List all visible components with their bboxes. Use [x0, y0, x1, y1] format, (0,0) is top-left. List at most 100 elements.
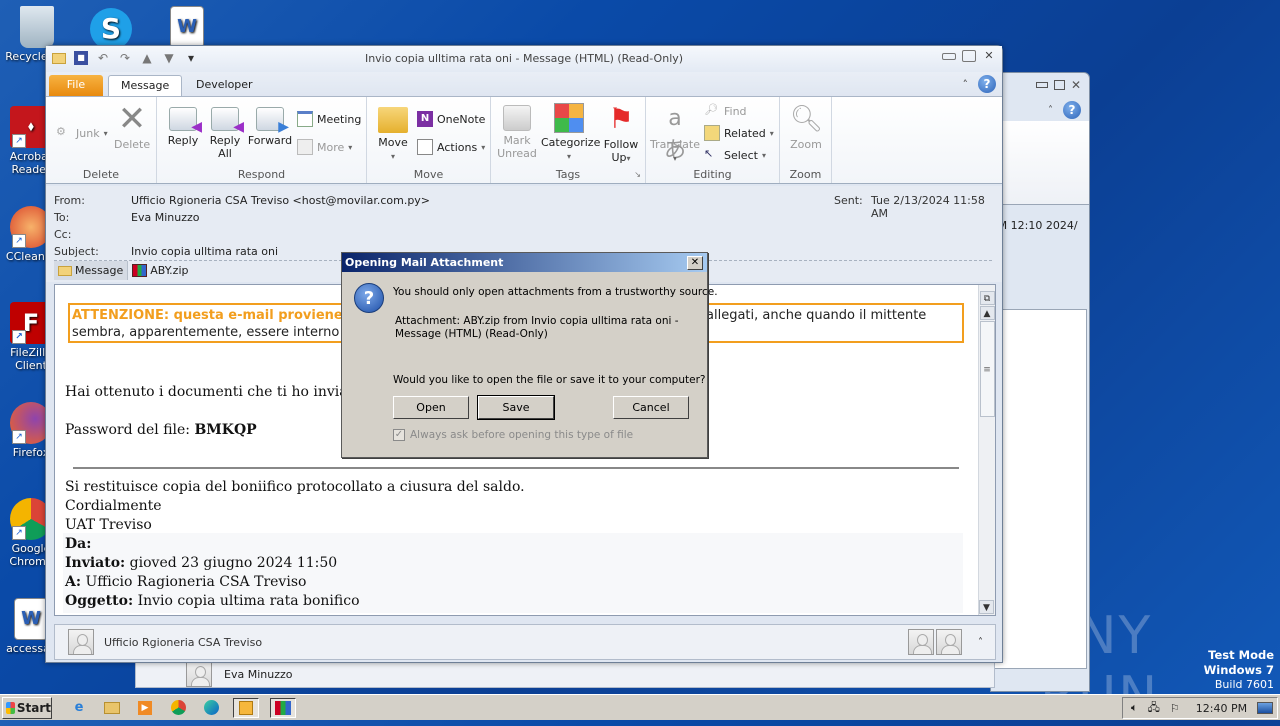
translate-button[interactable]: aあ Translate ▾	[650, 103, 700, 165]
taskbar: Start e ▶ 🔈︎ 🖧︎ ⚐ 12:40 PM	[0, 694, 1280, 720]
meeting-button[interactable]: Meeting	[297, 111, 361, 127]
quoted-da: Da:	[65, 535, 91, 554]
avatar	[186, 661, 212, 687]
maximize-icon[interactable]	[1053, 80, 1065, 90]
forward-button[interactable]: ▶ Forward	[247, 103, 293, 147]
tab-developer[interactable]: Developer	[184, 75, 265, 96]
tab-message[interactable]: Message	[108, 75, 183, 96]
background-message-window[interactable]: ✕ ˄ ? /2024 12:10 PM	[990, 72, 1090, 692]
save-button[interactable]: Save	[477, 395, 555, 420]
volume-icon[interactable]: 🔈︎	[1131, 701, 1138, 715]
recycle-bin-icon	[20, 6, 54, 48]
ribbon-group-editing: aあ Translate ▾ 🔎︎ Find Related ▾ ↖ Select ▾…	[646, 97, 780, 183]
attachment-aby-zip[interactable]: ABY.zip	[128, 261, 192, 280]
ribbon-group-move: Move ▾ N OneNote Actions ▾ Move	[367, 97, 491, 183]
people-pane-name[interactable]: Ufficio Rgioneria CSA Treviso	[104, 636, 262, 649]
actions-icon	[417, 139, 433, 155]
categorize-button[interactable]: Categorize ▾	[541, 103, 600, 163]
vertical-scrollbar[interactable]: ⧉ ▲ ≡ ▼	[978, 285, 995, 615]
reply-button[interactable]: ◀ Reply	[165, 103, 202, 147]
close-icon[interactable]: ✕	[1071, 78, 1081, 92]
reply-all-button[interactable]: ◀ Reply All	[207, 103, 244, 160]
meeting-calendar-icon	[297, 111, 313, 127]
delete-button[interactable]: ✕ Delete	[114, 102, 150, 151]
background-people-pane: Eva Minuzzo	[135, 660, 995, 688]
reply-icon: ◀	[169, 107, 202, 134]
minimize-button[interactable]	[942, 53, 956, 60]
desktop-icon-word-doc[interactable]: W	[152, 6, 222, 50]
expand-people-pane-icon[interactable]: ˄	[978, 637, 983, 648]
ribbon-group-respond: ◀ Reply ◀ Reply All ▶ Forward Meeting Mo…	[157, 97, 367, 183]
zoom-label: Zoom	[790, 138, 822, 151]
scroll-thumb[interactable]: ≡	[979, 321, 995, 417]
to-value[interactable]: Eva Minuzzo	[131, 211, 199, 224]
window-controls: ✕	[942, 50, 996, 62]
start-label: Start	[16, 700, 51, 715]
dialog-close-button[interactable]: ✕	[687, 256, 703, 270]
action-center-flag-icon[interactable]: ⚐	[1170, 702, 1180, 715]
taskbar-media-player-icon[interactable]: ▶	[134, 698, 156, 718]
scroll-up-button[interactable]: ▲	[979, 306, 995, 320]
clock[interactable]: 12:40 PM	[1196, 702, 1247, 715]
help-icon[interactable]: ?	[978, 75, 996, 93]
sent-label: Sent:	[834, 194, 863, 207]
always-ask-checkbox[interactable]: ✓ Always ask before opening this type of…	[393, 429, 633, 441]
open-button[interactable]: Open	[393, 396, 469, 419]
mark-unread-icon	[503, 105, 531, 131]
more-respond-button[interactable]: More ▾	[297, 139, 352, 155]
word-doc-icon: W	[170, 6, 204, 48]
scroll-down-button[interactable]: ▼	[979, 600, 994, 614]
tags-dialog-launcher-icon[interactable]: ↘	[634, 170, 641, 179]
taskbar-outlook-icon[interactable]	[233, 697, 259, 718]
mark-unread-label: Mark	[503, 134, 531, 147]
taskbar-explorer-icon[interactable]	[101, 698, 123, 718]
actions-button[interactable]: Actions ▾	[417, 139, 485, 155]
group-label-delete: Delete	[82, 168, 120, 181]
zoom-button[interactable]: 🔍︎ Zoom	[786, 103, 826, 151]
group-label-zoom: Zoom	[789, 168, 822, 181]
oggetto-value: Invio copia ultima rata bonifico	[133, 593, 360, 609]
actions-label: Actions	[437, 140, 478, 154]
dialog-title: Opening Mail Attachment	[342, 253, 707, 272]
collapse-ribbon-icon[interactable]: ˄	[1048, 105, 1053, 116]
find-button[interactable]: 🔎︎ Find	[704, 103, 747, 119]
related-icon	[704, 125, 720, 141]
body-p1: Si restituisce copia del boniifico proto…	[65, 479, 525, 495]
tab-file[interactable]: File	[49, 75, 103, 96]
taskbar-winrar-icon[interactable]	[270, 697, 296, 718]
cancel-button[interactable]: Cancel	[613, 396, 689, 419]
minimize-icon[interactable]	[1035, 82, 1048, 88]
taskbar-ie-icon[interactable]: e	[68, 698, 90, 718]
move-button[interactable]: Move ▾	[375, 103, 411, 163]
show-desktop-icon[interactable]	[1257, 702, 1274, 714]
follow-up-button[interactable]: ⚑ Follow Up▾	[601, 103, 641, 165]
more-label: More	[317, 140, 345, 154]
a-label: A:	[65, 574, 82, 590]
maximize-button[interactable]	[962, 50, 976, 62]
password-value: BMKQP	[194, 422, 257, 438]
taskbar-chrome-icon[interactable]	[167, 698, 189, 718]
network-icon[interactable]: 🖧︎	[1148, 699, 1160, 718]
oggetto-label: Oggetto:	[65, 593, 134, 609]
window-title: Invio copia ulltima rata oni - Message (…	[364, 52, 684, 65]
taskbar-edge-icon[interactable]	[200, 698, 222, 718]
split-view-icon[interactable]: ⧉	[979, 291, 995, 305]
onenote-button[interactable]: N OneNote	[417, 111, 485, 127]
subject-value: Invio copia ulltima rata oni	[131, 245, 279, 258]
help-icon[interactable]: ?	[1063, 101, 1081, 119]
related-button[interactable]: Related ▾	[704, 125, 774, 141]
from-value[interactable]: Ufficio Rgioneria CSA Treviso <host@movi…	[131, 194, 430, 207]
junk-button[interactable]: ⚙ Junk ▾	[56, 125, 108, 141]
mark-unread-button[interactable]: Mark Unread	[497, 103, 537, 160]
select-button[interactable]: ↖ Select ▾	[704, 147, 766, 163]
attachment-label: ABY.zip	[150, 264, 189, 277]
quoted-a: A: Ufficio Ragioneria CSA Treviso	[65, 573, 306, 592]
start-button[interactable]: Start	[2, 696, 52, 719]
background-ribbon	[991, 121, 1089, 205]
close-button[interactable]: ✕	[982, 50, 996, 62]
collapse-ribbon-icon[interactable]: ˄	[963, 78, 969, 91]
from-label: From:	[54, 194, 85, 207]
attachment-message[interactable]: Message	[54, 261, 129, 280]
forward-label: Forward	[247, 134, 293, 147]
subject-label: Subject:	[54, 245, 99, 258]
